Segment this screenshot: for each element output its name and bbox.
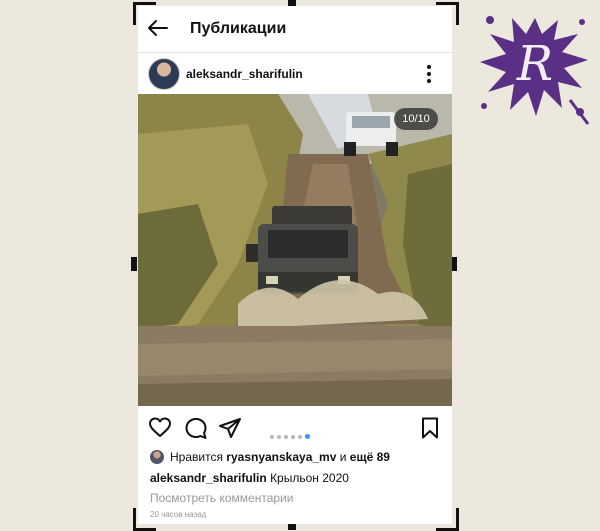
more-vertical-icon[interactable] — [421, 62, 437, 86]
caption-text: Крыльон 2020 — [270, 471, 349, 485]
action-bar — [138, 410, 452, 446]
likes-connector: и — [339, 450, 347, 464]
watermark-logo: R — [480, 16, 590, 125]
carousel-dot — [291, 435, 295, 439]
liker-avatar — [150, 450, 164, 464]
bookmark-icon[interactable] — [418, 416, 442, 440]
caption-username[interactable]: aleksandr_sharifulin — [150, 471, 267, 485]
page-title: Публикации — [190, 20, 287, 37]
instagram-post-screen: Публикации aleksandr_sharifulin 10/10 Нр… — [138, 6, 452, 524]
arrow-left-icon[interactable] — [146, 16, 170, 40]
post-photo[interactable]: 10/10 — [138, 94, 452, 406]
crop-handle-left — [131, 257, 137, 271]
carousel-indicator — [270, 426, 313, 439]
comment-icon[interactable] — [184, 416, 208, 440]
watermark-letter: R — [516, 36, 553, 92]
post-username[interactable]: aleksandr_sharifulin — [186, 67, 303, 81]
view-comments-link[interactable]: Посмотреть комментарии — [150, 491, 293, 505]
post-timestamp: 20 часов назад — [150, 510, 207, 519]
heart-icon[interactable] — [148, 416, 172, 440]
top-bar: Публикации — [138, 6, 452, 53]
crop-handle-bottom — [288, 524, 296, 530]
send-icon[interactable] — [218, 416, 242, 440]
likes-more[interactable]: ещё 89 — [350, 450, 390, 464]
carousel-dot — [270, 435, 274, 439]
image-counter: 10/10 — [394, 108, 438, 130]
likes-line[interactable]: Нравится ryasnyanskaya_mv и ещё 89 — [150, 450, 390, 464]
carousel-dot — [298, 435, 302, 439]
carousel-dot — [305, 434, 310, 439]
carousel-dot — [277, 435, 281, 439]
post-header: aleksandr_sharifulin — [138, 54, 452, 98]
liker-username[interactable]: ryasnyanskaya_mv — [226, 450, 336, 464]
offroad-photo — [138, 94, 452, 406]
post-caption: aleksandr_sharifulin Крыльон 2020 — [150, 471, 349, 485]
likes-prefix: Нравится — [170, 450, 223, 464]
carousel-dot — [284, 435, 288, 439]
avatar[interactable] — [148, 58, 180, 90]
